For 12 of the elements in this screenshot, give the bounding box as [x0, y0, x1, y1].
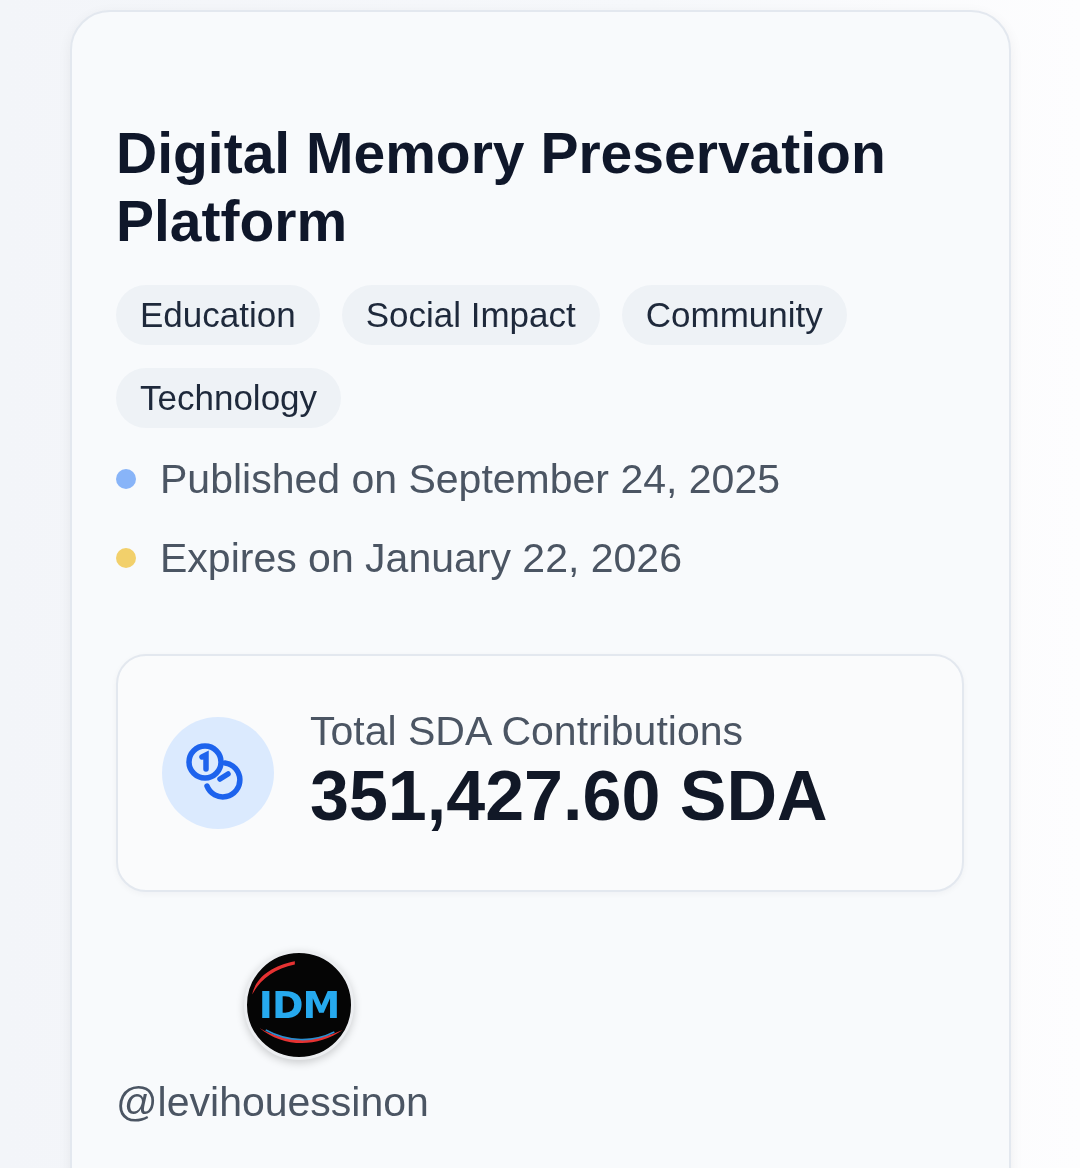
category-tag: Education	[116, 285, 320, 345]
category-tag: Social Impact	[341, 285, 600, 345]
category-tag: Technology	[116, 368, 342, 428]
date-text: Expires on January 22, 2026	[160, 536, 682, 580]
avatar-logo-text: IDM	[258, 985, 340, 1025]
project-title: Digital Memory Preservation Platform	[116, 120, 887, 255]
category-tag: Community	[621, 285, 847, 345]
contributions-amount: 351,427.60 SDA	[310, 756, 828, 837]
creator-handle[interactable]: @levihouessinon	[116, 1078, 429, 1126]
contributions-label: Total SDA Contributions	[310, 708, 744, 754]
coins-icon	[162, 717, 274, 829]
date-text: Published on September 24, 2025	[160, 457, 780, 501]
